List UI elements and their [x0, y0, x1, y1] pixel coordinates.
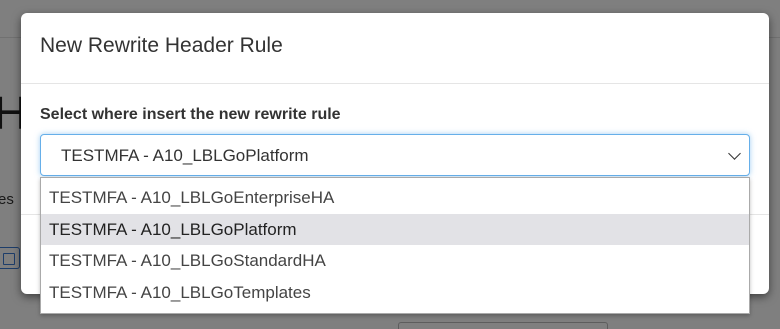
- chevron-down-icon: [728, 147, 741, 160]
- select-option[interactable]: TESTMFA - A10_LBLGoEnterpriseHA: [41, 182, 749, 214]
- insert-position-select[interactable]: TESTMFA - A10_LBLGoPlatform: [40, 134, 750, 176]
- modal-header: New Rewrite Header Rule: [21, 13, 769, 84]
- select-option[interactable]: TESTMFA - A10_LBLGoStandardHA: [41, 245, 749, 277]
- insert-position-label: Select where insert the new rewrite rule: [40, 106, 341, 123]
- select-option-highlighted[interactable]: TESTMFA - A10_LBLGoPlatform: [41, 213, 749, 245]
- select-dropdown-list: TESTMFA - A10_LBLGoEnterpriseHA TESTMFA …: [40, 177, 750, 314]
- select-current-value: TESTMFA - A10_LBLGoPlatform: [61, 146, 309, 165]
- select-option[interactable]: TESTMFA - A10_LBLGoTemplates: [41, 277, 749, 309]
- modal-title: New Rewrite Header Rule: [40, 34, 283, 57]
